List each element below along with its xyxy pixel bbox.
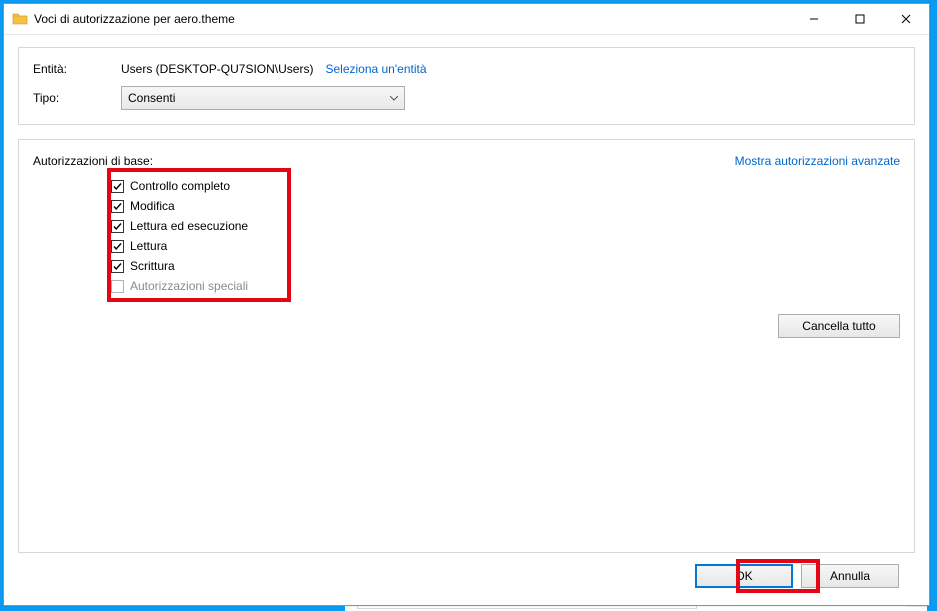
dialog-content: Entità: Users (DESKTOP-QU7SION\Users) Se… [4, 35, 929, 605]
permissions-panel: Autorizzazioni di base: Mostra autorizza… [18, 139, 915, 553]
show-advanced-link[interactable]: Mostra autorizzazioni avanzate [735, 154, 900, 168]
dialog-window: Voci di autorizzazione per aero.theme En… [3, 3, 930, 606]
permission-row: Controllo completo [111, 176, 900, 196]
permission-label: Autorizzazioni speciali [130, 279, 248, 293]
cancel-button[interactable]: Annulla [801, 564, 899, 588]
permission-checkbox[interactable] [111, 240, 124, 253]
permission-row: Lettura [111, 236, 900, 256]
select-entity-link[interactable]: Seleziona un'entità [325, 62, 426, 76]
minimize-button[interactable] [791, 4, 837, 34]
permission-checkbox[interactable] [111, 180, 124, 193]
permission-row: Scrittura [111, 256, 900, 276]
type-select[interactable]: Consenti [121, 86, 405, 110]
maximize-icon [855, 14, 865, 24]
maximize-button[interactable] [837, 4, 883, 34]
clear-all-button[interactable]: Cancella tutto [778, 314, 900, 338]
permission-checkbox[interactable] [111, 260, 124, 273]
titlebar: Voci di autorizzazione per aero.theme [4, 4, 929, 35]
permission-row: Lettura ed esecuzione [111, 216, 900, 236]
chevron-down-icon [390, 91, 398, 105]
type-select-value: Consenti [128, 91, 175, 105]
permission-row: Autorizzazioni speciali [111, 276, 900, 296]
permission-checkbox [111, 280, 124, 293]
permissions-section-label: Autorizzazioni di base: [33, 154, 153, 168]
principal-panel: Entità: Users (DESKTOP-QU7SION\Users) Se… [18, 47, 915, 125]
permission-row: Modifica [111, 196, 900, 216]
minimize-icon [809, 14, 819, 24]
permission-checkbox[interactable] [111, 220, 124, 233]
entity-value: Users (DESKTOP-QU7SION\Users) [121, 62, 313, 76]
permissions-list: Controllo completo Modifica Lettura ed ese… [33, 176, 900, 296]
window-title: Voci di autorizzazione per aero.theme [34, 12, 791, 26]
permission-label: Lettura ed esecuzione [130, 219, 248, 233]
dialog-footer: OK Annulla [18, 553, 915, 599]
ok-button[interactable]: OK [695, 564, 793, 588]
folder-icon [12, 11, 28, 27]
close-icon [901, 14, 911, 24]
type-label: Tipo: [33, 91, 121, 105]
permission-label: Scrittura [130, 259, 175, 273]
permission-label: Controllo completo [130, 179, 230, 193]
permission-label: Lettura [130, 239, 167, 253]
permission-label: Modifica [130, 199, 175, 213]
entity-label: Entità: [33, 62, 121, 76]
window-controls [791, 4, 929, 34]
close-button[interactable] [883, 4, 929, 34]
permission-checkbox[interactable] [111, 200, 124, 213]
